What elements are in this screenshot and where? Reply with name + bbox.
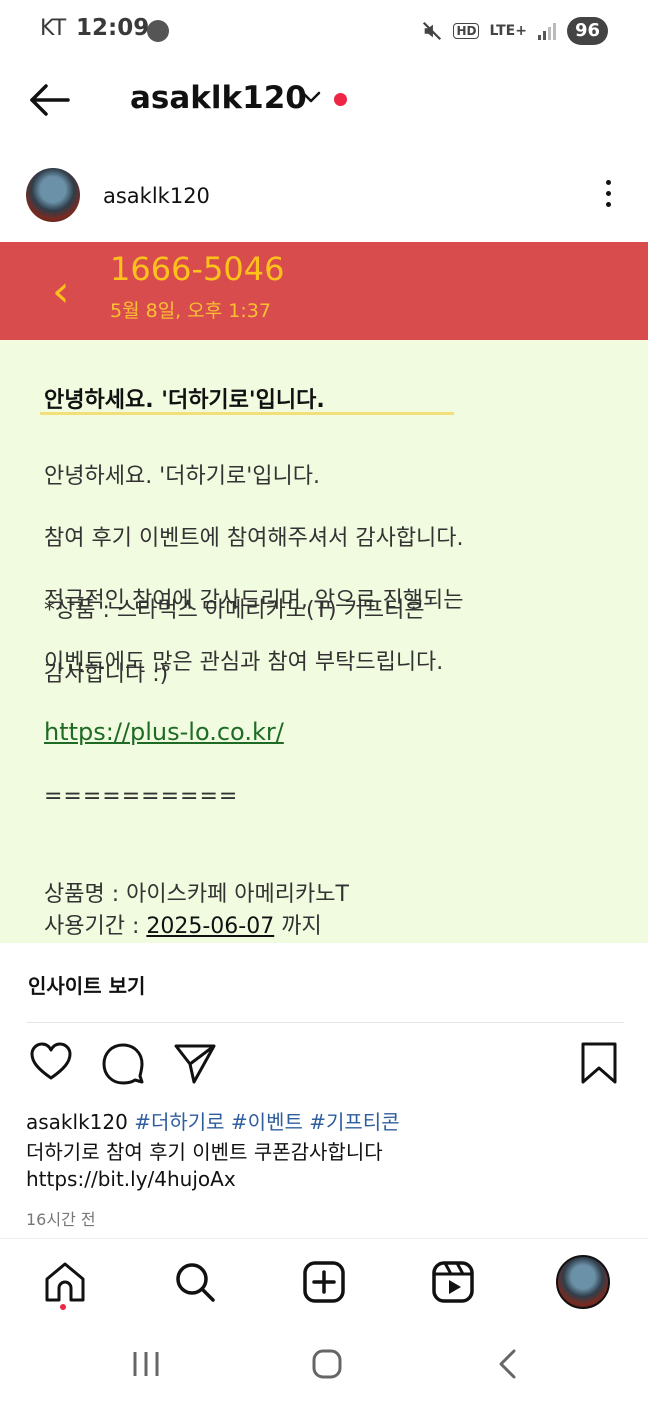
message-header: ‹ 1666-5046 5월 8일, 오후 1:37 [0, 242, 648, 340]
comment-icon[interactable] [100, 1040, 146, 1086]
home-button-icon[interactable] [311, 1348, 343, 1380]
message-link: https://plus-lo.co.kr/ [44, 718, 284, 746]
system-navigation-bar [0, 1326, 648, 1404]
battery-level: 96 [566, 17, 608, 45]
bookmark-icon[interactable] [576, 1040, 622, 1086]
account-status-icon [147, 20, 169, 42]
home-icon[interactable] [42, 1259, 88, 1305]
period-date: 2025-06-07 [146, 914, 275, 939]
chevron-down-icon[interactable] [300, 89, 322, 105]
divider [26, 1022, 624, 1023]
hashtag[interactable]: #이벤트 [231, 1110, 303, 1134]
message-divider: ========== [44, 784, 239, 809]
message-line: 참여 후기 이벤트에 참여해주셔서 감사합니다. [44, 526, 464, 551]
share-icon[interactable] [172, 1040, 218, 1086]
period-label: 사용기간 : [44, 914, 147, 939]
post-image[interactable]: ‹ 1666-5046 5월 8일, 오후 1:37 안녕하세요. '더하기로'… [0, 242, 648, 943]
status-icons: HD LTE+ 96 [421, 16, 608, 46]
caption-username[interactable]: asaklk120 [26, 1110, 128, 1134]
bottom-navigation [0, 1238, 648, 1327]
hd-icon: HD [453, 23, 480, 39]
reels-icon[interactable] [430, 1259, 476, 1305]
create-post-icon[interactable] [301, 1259, 347, 1305]
profile-avatar-tab[interactable] [556, 1255, 610, 1309]
signal-icon [537, 23, 556, 40]
top-app-bar: asaklk120 [0, 62, 648, 138]
caption-line-2: 더하기로 참여 후기 이벤트 쿠폰감사합니다 [26, 1140, 383, 1164]
message-back-icon: ‹ [52, 266, 70, 317]
hashtag[interactable]: #기프티콘 [309, 1110, 399, 1134]
period-suffix: 까지 [274, 914, 322, 939]
heart-icon[interactable] [28, 1040, 74, 1086]
caption-link[interactable]: https://bit.ly/4hujoAx [26, 1167, 236, 1191]
more-options-icon[interactable] [598, 180, 618, 214]
notification-dot [334, 93, 347, 106]
message-product: *상품 : 스타벅스 아메리카노(T) 기프티콘 [44, 598, 425, 623]
mute-icon [423, 21, 442, 41]
view-insights-link[interactable]: 인사이트 보기 [28, 970, 145, 999]
home-notification-dot [60, 1304, 66, 1310]
clock: 12:09 [76, 15, 150, 41]
network-type: LTE+ [489, 23, 527, 39]
recent-apps-icon[interactable] [130, 1348, 162, 1380]
post-time-ago: 16시간 전 [26, 1210, 96, 1229]
message-line: 안녕하세요. '더하기로'입니다. [44, 464, 320, 489]
message-period: 사용기간 : 2025-06-07 까지 [44, 908, 322, 940]
post-header: asaklk120 [0, 160, 648, 234]
post-username[interactable]: asaklk120 [103, 184, 210, 208]
back-arrow-icon[interactable] [28, 80, 72, 120]
avatar[interactable] [26, 168, 80, 222]
post-actions [0, 1040, 648, 1090]
message-sender: 1666-5046 [110, 250, 285, 288]
message-thanks: 감사합니다 :) [44, 662, 169, 687]
message-timestamp: 5월 8일, 오후 1:37 [110, 300, 271, 322]
hashtag[interactable]: #더하기로 [134, 1110, 224, 1134]
system-back-icon[interactable] [496, 1348, 520, 1380]
status-bar: KT 12:09 HD LTE+ 96 [0, 0, 648, 62]
carrier-label: KT [40, 16, 67, 41]
profile-username[interactable]: asaklk120 [130, 80, 307, 116]
message-title: 안녕하세요. '더하기로'입니다. [44, 388, 325, 413]
title-underline [40, 412, 454, 415]
search-icon[interactable] [172, 1259, 218, 1305]
message-product-name: 상품명 : 아이스카페 아메리카노T [44, 882, 349, 907]
caption-line-1: asaklk120 #더하기로 #이벤트 #기프티콘 [26, 1106, 400, 1135]
